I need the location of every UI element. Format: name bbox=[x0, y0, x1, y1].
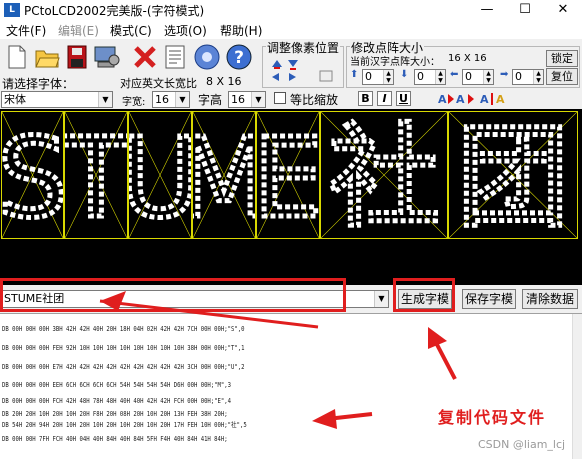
svg-text:A: A bbox=[438, 93, 447, 106]
pixel-shift-buttons bbox=[268, 55, 340, 85]
shift-up-icon bbox=[272, 60, 282, 69]
glyph-char: 社 bbox=[328, 113, 440, 238]
move-right-icon[interactable]: ➡ bbox=[500, 69, 508, 80]
shift-right-icon bbox=[289, 73, 296, 81]
menu-edit[interactable]: 编辑(E) bbox=[58, 22, 99, 39]
save-disk-icon[interactable] bbox=[62, 41, 92, 73]
glyph-char: S bbox=[2, 114, 63, 238]
font-select-label: 请选择字体： bbox=[2, 77, 75, 91]
current-size-value: 16 X 16 bbox=[448, 53, 487, 64]
minimize-button[interactable]: — bbox=[468, 0, 506, 20]
window-title: PCtoLCD2002完美版-(字符模式) bbox=[24, 4, 205, 18]
title-bar: L PCtoLCD2002完美版-(字符模式) — ☐ ✕ bbox=[0, 0, 582, 20]
new-file-icon[interactable] bbox=[2, 41, 32, 73]
svg-text:A: A bbox=[496, 93, 505, 106]
menu-help[interactable]: 帮助(H) bbox=[220, 22, 262, 39]
menu-file[interactable]: 文件(F) bbox=[6, 22, 46, 39]
rotate-tools-icon[interactable]: AA bbox=[436, 90, 476, 107]
reset-size-button[interactable]: 复位 bbox=[546, 68, 578, 85]
close-button[interactable]: ✕ bbox=[544, 0, 582, 20]
settings-computer-icon[interactable] bbox=[92, 41, 122, 73]
maximize-button[interactable]: ☐ bbox=[506, 0, 544, 20]
current-size-label: 当前汉字点阵大小： bbox=[350, 57, 440, 68]
size-spinner-3[interactable]: 0 ▲ ▼ bbox=[462, 69, 494, 85]
mirror-tools-icon[interactable]: AA bbox=[478, 90, 518, 107]
glyph-char: T bbox=[65, 114, 127, 238]
pixel-adjust-title: 调整像素位置 bbox=[266, 39, 341, 56]
svg-text:A: A bbox=[456, 93, 465, 106]
glyph-cell: M bbox=[174, 111, 274, 245]
open-folder-icon[interactable] bbox=[32, 41, 62, 73]
glyph-cell: U bbox=[117, 111, 203, 245]
glyph-cell: 社 bbox=[320, 111, 448, 246]
font-width-select[interactable]: 16 ▼ bbox=[152, 91, 190, 108]
font-select[interactable]: 宋体 ▼ bbox=[1, 91, 113, 108]
shift-reset-icon bbox=[319, 70, 333, 82]
glyph-char: M bbox=[193, 114, 255, 238]
ascii-ratio-label: 对应英文长宽比 bbox=[120, 77, 197, 90]
bold-button[interactable]: B bbox=[358, 91, 373, 106]
size-spinner-2[interactable]: 0 ▲ ▼ bbox=[414, 69, 446, 85]
delete-x-icon[interactable] bbox=[130, 41, 160, 73]
confirm-size-button[interactable]: 锁定 bbox=[546, 50, 578, 67]
move-up-icon[interactable]: ⬆ bbox=[350, 69, 358, 80]
document-icon[interactable] bbox=[160, 41, 190, 73]
scale-label: 等比缩放 bbox=[290, 93, 339, 107]
italic-button[interactable]: I bbox=[377, 91, 392, 106]
gear-icon[interactable] bbox=[192, 41, 222, 73]
font-height-select[interactable]: 16 ▼ bbox=[228, 91, 266, 108]
menu-mode[interactable]: 模式(C) bbox=[110, 22, 152, 39]
glyph-char: E bbox=[257, 114, 319, 238]
ascii-ratio-value: 8 X 16 bbox=[206, 75, 242, 88]
svg-text:A: A bbox=[480, 93, 489, 106]
help-icon[interactable]: ? bbox=[224, 41, 254, 73]
annotation-label: 复制代码文件 bbox=[438, 408, 547, 427]
toolbar: ? 调整像素位置 修改点阵大小 当前汉字点阵大小： 16 X 16 锁定 复位 … bbox=[0, 39, 582, 109]
app-logo-icon: L bbox=[4, 3, 20, 17]
menu-options[interactable]: 选项(O) bbox=[164, 22, 207, 39]
shift-down-icon bbox=[288, 60, 298, 70]
glyph-cell: E bbox=[251, 111, 325, 245]
size-spinner-1[interactable]: 0 ▲ ▼ bbox=[362, 69, 394, 85]
font-height-label: 字高 bbox=[198, 93, 223, 107]
move-left-icon[interactable]: ⬅ bbox=[450, 69, 458, 80]
glyph-char: U bbox=[129, 114, 191, 238]
glyph-cell: 团 bbox=[448, 111, 578, 246]
svg-text:?: ? bbox=[234, 48, 244, 68]
watermark: CSDN @liam_lcj bbox=[478, 438, 566, 451]
shift-left-icon bbox=[272, 73, 279, 81]
move-down-icon[interactable]: ⬇ bbox=[400, 69, 408, 80]
glyph-cell: S bbox=[0, 111, 70, 245]
scale-checkbox[interactable] bbox=[274, 92, 286, 104]
font-width-label: 字宽: bbox=[122, 97, 146, 108]
annotation-arrows bbox=[99, 291, 457, 429]
menu-bar: 文件(F) 编辑(E) 模式(C) 选项(O) 帮助(H) bbox=[0, 20, 582, 39]
underline-button[interactable]: U bbox=[396, 91, 411, 106]
dot-matrix-canvas[interactable]: STUME社团 bbox=[0, 109, 582, 285]
glyph-char: 团 bbox=[457, 113, 569, 238]
size-spinner-4[interactable]: 0 ▲ ▼ bbox=[512, 69, 544, 85]
glyph-cell: T bbox=[59, 111, 133, 245]
